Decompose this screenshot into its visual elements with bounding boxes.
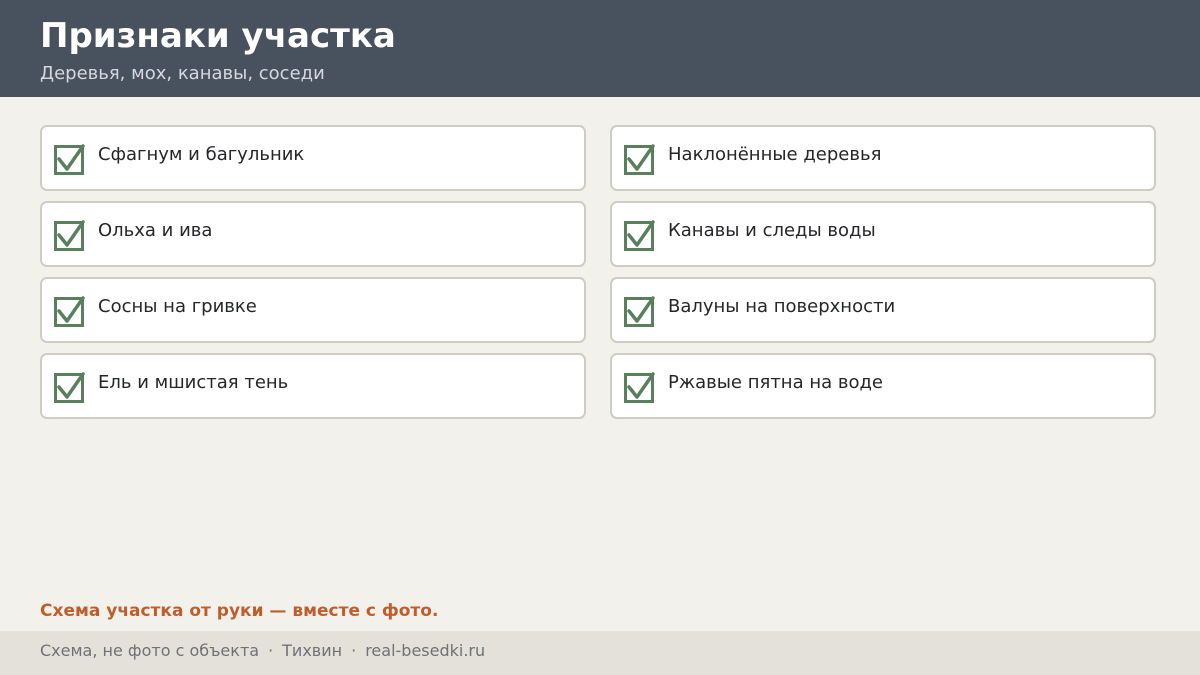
- checkmark-icon: [57, 296, 85, 323]
- checkbox-checked[interactable]: [54, 144, 85, 175]
- checklist-item[interactable]: Ель и мшистая тень: [40, 353, 586, 419]
- checkmark-icon: [627, 220, 655, 247]
- checkmark-icon: [627, 372, 655, 399]
- checkmark-icon: [57, 220, 85, 247]
- checkmark-icon: [627, 144, 655, 171]
- checklist-item-label: Ольха и ива: [98, 220, 213, 241]
- checkbox-checked[interactable]: [624, 296, 655, 327]
- footer-site-link[interactable]: real-besedki.ru: [365, 641, 485, 660]
- checklist-item-label: Валуны на поверхности: [668, 296, 896, 317]
- checkmark-icon: [627, 296, 655, 323]
- checklist-item[interactable]: Ржавые пятна на воде: [610, 353, 1156, 419]
- footer-line: Схема, не фото с объекта · Тихвин · real-bes…: [40, 640, 485, 662]
- checkbox-checked[interactable]: [624, 372, 655, 403]
- checkbox-checked[interactable]: [54, 296, 85, 327]
- checkmark-icon: [57, 144, 85, 171]
- checklist-item-label: Сосны на гривке: [98, 296, 257, 317]
- checklist-item-label: Наклонённые деревья: [668, 144, 882, 165]
- footer-city: Тихвин: [282, 641, 343, 660]
- checklist-item[interactable]: Сосны на гривке: [40, 277, 586, 343]
- page: Признаки участка Деревья, мох, канавы, с…: [0, 0, 1200, 675]
- checklist-item[interactable]: Наклонённые деревья: [610, 125, 1156, 191]
- footer-separator: ·: [351, 641, 357, 660]
- checkbox-checked[interactable]: [54, 372, 85, 403]
- checkbox-checked[interactable]: [54, 220, 85, 251]
- page-title: Признаки участка: [40, 16, 396, 56]
- checkmark-icon: [57, 372, 85, 399]
- footer-separator: ·: [268, 641, 274, 660]
- header: Признаки участка Деревья, мох, канавы, с…: [0, 0, 1200, 97]
- checklist-item-label: Канавы и следы воды: [668, 220, 876, 241]
- checklist-item[interactable]: Ольха и ива: [40, 201, 586, 267]
- checklist-item[interactable]: Канавы и следы воды: [610, 201, 1156, 267]
- callout-note: Схема участка от руки — вместе с фото.: [40, 601, 439, 621]
- checkbox-checked[interactable]: [624, 144, 655, 175]
- checklist-item[interactable]: Валуны на поверхности: [610, 277, 1156, 343]
- checklist-item-label: Ржавые пятна на воде: [668, 372, 883, 393]
- checklist-item-label: Сфагнум и багульник: [98, 144, 305, 165]
- footer: Схема, не фото с объекта · Тихвин · real-bes…: [0, 631, 1200, 675]
- checklist-item-label: Ель и мшистая тень: [98, 372, 289, 393]
- checklist-item[interactable]: Сфагнум и багульник: [40, 125, 586, 191]
- page-subtitle: Деревья, мох, канавы, соседи: [40, 63, 325, 84]
- footer-disclaimer: Схема, не фото с объекта: [40, 641, 260, 660]
- checklist: Сфагнум и багульник Наклонённые деревья …: [40, 125, 1156, 419]
- checkbox-checked[interactable]: [624, 220, 655, 251]
